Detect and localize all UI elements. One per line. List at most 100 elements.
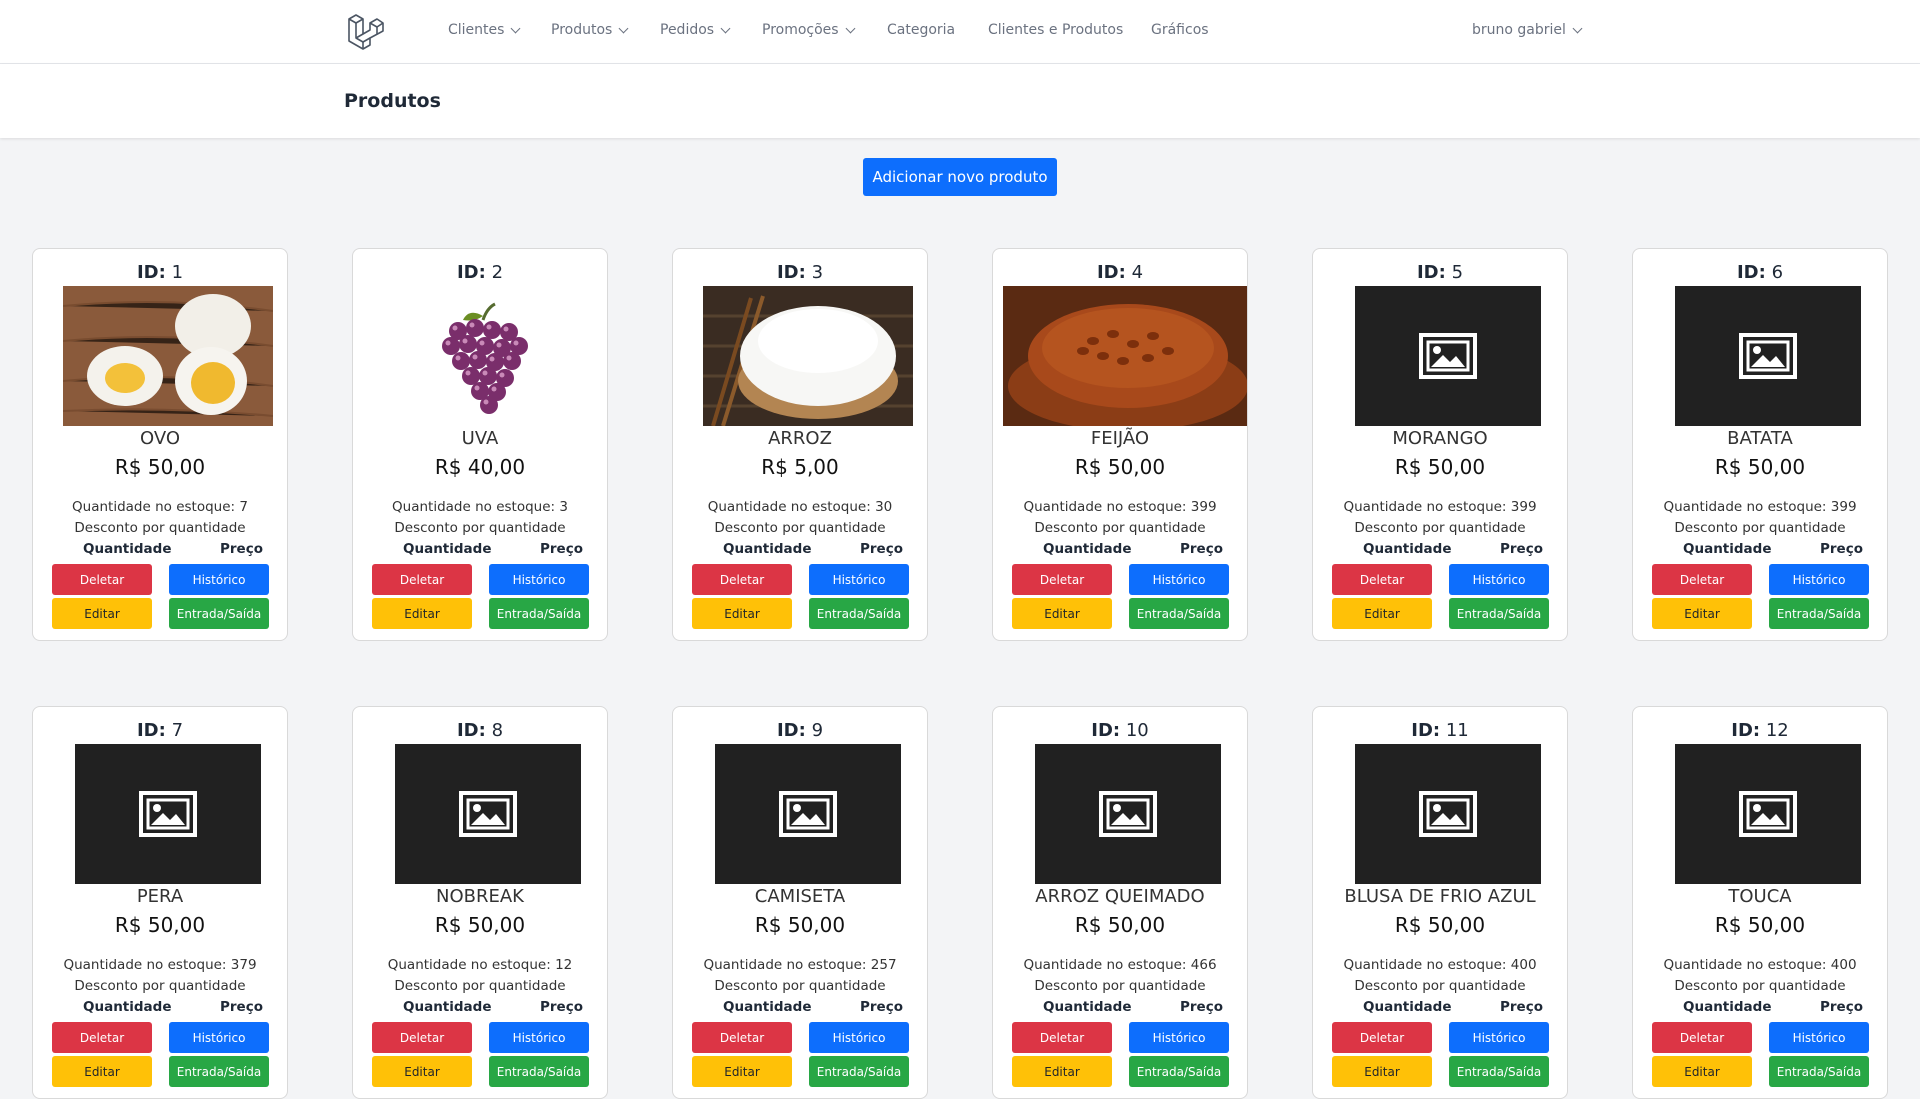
nav-clientes-e-produtos[interactable]: Clientes e Produtos — [988, 22, 1123, 38]
delete-button[interactable]: Deletar — [52, 564, 152, 595]
discount-heading: Desconto por quantidade — [394, 520, 566, 536]
discount-heading: Desconto por quantidade — [1354, 978, 1526, 994]
chevron-down-icon — [618, 23, 629, 33]
discount-col-quantity: Quantidade — [1363, 541, 1452, 557]
edit-button[interactable]: Editar — [692, 598, 792, 629]
add-product-button[interactable]: Adicionar novo produto — [863, 158, 1057, 196]
stock-value: 7 — [239, 499, 248, 515]
stock-in-out-button[interactable]: Entrada/Saída — [169, 598, 269, 629]
discount-col-quantity: Quantidade — [1363, 999, 1452, 1015]
delete-button[interactable]: Deletar — [1012, 1022, 1112, 1053]
discount-col-price: Preço — [1180, 541, 1223, 557]
history-button[interactable]: Histórico — [489, 1022, 589, 1053]
stock-in-out-button[interactable]: Entrada/Saída — [489, 598, 589, 629]
edit-button[interactable]: Editar — [372, 1056, 472, 1087]
stock-in-out-button[interactable]: Entrada/Saída — [169, 1056, 269, 1087]
image-placeholder-icon — [1035, 744, 1221, 884]
nav-pedidos[interactable]: Pedidos — [660, 22, 731, 38]
stock-label: Quantidade no estoque: — [392, 499, 556, 515]
nav-graficos[interactable]: Gráficos — [1151, 22, 1209, 38]
product-name: UVA — [461, 428, 499, 449]
delete-button[interactable]: Deletar — [1652, 1022, 1752, 1053]
product-card: ID: 6 BATATA R$ 50,00 Quantidade no esto… — [1632, 248, 1888, 641]
history-button[interactable]: Histórico — [169, 564, 269, 595]
product-name: ARROZ — [768, 428, 832, 449]
chevron-down-icon — [845, 23, 856, 33]
history-button[interactable]: Histórico — [1769, 1022, 1869, 1053]
stock-in-out-button[interactable]: Entrada/Saída — [1129, 1056, 1229, 1087]
top-navbar: Clientes Produtos Pedidos Promoções Cate… — [0, 0, 1920, 64]
delete-button[interactable]: Deletar — [692, 564, 792, 595]
product-stock: Quantidade no estoque: 466 — [993, 957, 1247, 973]
history-button[interactable]: Histórico — [809, 1022, 909, 1053]
discount-col-price: Preço — [1500, 541, 1543, 557]
edit-button[interactable]: Editar — [52, 598, 152, 629]
stock-in-out-button[interactable]: Entrada/Saída — [1449, 598, 1549, 629]
product-id: ID: 1 — [33, 262, 287, 283]
edit-button[interactable]: Editar — [52, 1056, 152, 1087]
delete-button[interactable]: Deletar — [372, 1022, 472, 1053]
stock-in-out-button[interactable]: Entrada/Saída — [1449, 1056, 1549, 1087]
history-button[interactable]: Histórico — [1129, 1022, 1229, 1053]
chevron-down-icon — [720, 23, 731, 33]
nav-promocoes[interactable]: Promoções — [762, 22, 856, 38]
edit-button[interactable]: Editar — [1652, 1056, 1752, 1087]
history-button[interactable]: Histórico — [1129, 564, 1229, 595]
id-value: 5 — [1451, 262, 1464, 283]
history-button[interactable]: Histórico — [1769, 564, 1869, 595]
product-name: PERA — [136, 886, 184, 907]
discount-col-quantity: Quantidade — [723, 541, 812, 557]
delete-button[interactable]: Deletar — [372, 564, 472, 595]
edit-button[interactable]: Editar — [1332, 1056, 1432, 1087]
delete-button[interactable]: Deletar — [1012, 564, 1112, 595]
nav-produtos[interactable]: Produtos — [551, 22, 629, 38]
stock-in-out-button[interactable]: Entrada/Saída — [1129, 598, 1229, 629]
history-button[interactable]: Histórico — [169, 1022, 269, 1053]
stock-value: 400 — [1510, 957, 1537, 973]
delete-button[interactable]: Deletar — [692, 1022, 792, 1053]
chevron-down-icon — [1572, 23, 1583, 33]
nav-clientes[interactable]: Clientes — [448, 22, 521, 38]
product-price: R$ 50,00 — [434, 913, 526, 937]
stock-in-out-button[interactable]: Entrada/Saída — [1769, 598, 1869, 629]
stock-in-out-button[interactable]: Entrada/Saída — [1769, 1056, 1869, 1087]
stock-label: Quantidade no estoque: — [72, 499, 236, 515]
delete-button[interactable]: Deletar — [1332, 1022, 1432, 1053]
history-button[interactable]: Histórico — [809, 564, 909, 595]
product-photo — [1003, 286, 1247, 426]
product-card: ID: 3 ARROZ R$ 5,00 Quantidade no estoqu… — [672, 248, 928, 641]
delete-button[interactable]: Deletar — [1652, 564, 1752, 595]
history-button[interactable]: Histórico — [1449, 1022, 1549, 1053]
id-label: ID: — [1416, 262, 1446, 283]
delete-button[interactable]: Deletar — [1332, 564, 1432, 595]
product-price: R$ 50,00 — [1074, 913, 1166, 937]
product-id: ID: 3 — [673, 262, 927, 283]
history-button[interactable]: Histórico — [1449, 564, 1549, 595]
stock-in-out-button[interactable]: Entrada/Saída — [489, 1056, 589, 1087]
history-button[interactable]: Histórico — [489, 564, 589, 595]
user-menu[interactable]: bruno gabriel — [1472, 22, 1583, 38]
edit-button[interactable]: Editar — [372, 598, 472, 629]
edit-button[interactable]: Editar — [1012, 598, 1112, 629]
discount-heading: Desconto por quantidade — [394, 978, 566, 994]
nav-categoria[interactable]: Categoria — [887, 22, 955, 38]
product-name: NOBREAK — [436, 886, 524, 907]
stock-value: 466 — [1190, 957, 1217, 973]
edit-button[interactable]: Editar — [1332, 598, 1432, 629]
delete-button[interactable]: Deletar — [52, 1022, 152, 1053]
discount-col-price: Preço — [540, 541, 583, 557]
edit-button[interactable]: Editar — [1012, 1056, 1112, 1087]
stock-in-out-button[interactable]: Entrada/Saída — [809, 1056, 909, 1087]
edit-button[interactable]: Editar — [692, 1056, 792, 1087]
laravel-logo-icon[interactable] — [346, 14, 384, 50]
product-price: R$ 50,00 — [1394, 913, 1486, 937]
edit-button[interactable]: Editar — [1652, 598, 1752, 629]
stock-label: Quantidade no estoque: — [707, 499, 871, 515]
product-name: ARROZ QUEIMADO — [1035, 886, 1205, 907]
stock-label: Quantidade no estoque: — [1343, 957, 1507, 973]
stock-in-out-button[interactable]: Entrada/Saída — [809, 598, 909, 629]
image-placeholder-icon — [1675, 286, 1861, 426]
page-title: Produtos — [344, 90, 441, 112]
id-label: ID: — [456, 720, 486, 741]
discount-heading: Desconto por quantidade — [1674, 520, 1846, 536]
